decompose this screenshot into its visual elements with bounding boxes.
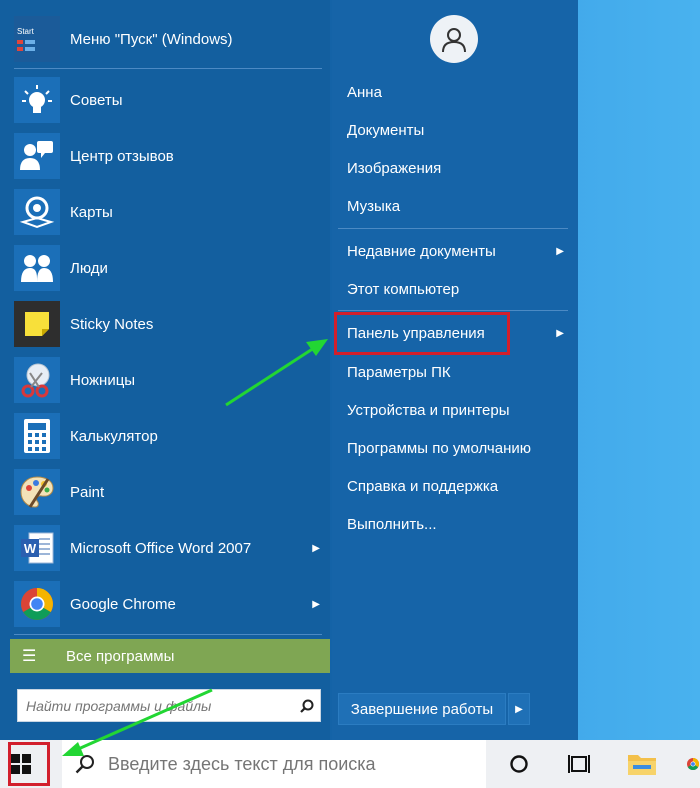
chevron-right-icon: ▶ xyxy=(515,703,523,715)
user-icon xyxy=(442,28,466,52)
start-button[interactable] xyxy=(0,740,62,788)
feedback-hub-icon xyxy=(14,133,60,179)
app-label: Советы xyxy=(70,91,123,109)
paint-palette-icon xyxy=(14,469,60,515)
list-icon: ☰ xyxy=(22,648,37,665)
submenu-arrow-icon: ▶ xyxy=(312,598,320,610)
places-item-label: Этот компьютер xyxy=(347,280,460,298)
app-label: Центр отзывов xyxy=(70,147,174,165)
app-item-maps[interactable]: Карты xyxy=(10,184,330,240)
app-label: Paint xyxy=(70,483,105,501)
places-item-documents[interactable]: Документы xyxy=(338,113,570,147)
folder-icon xyxy=(628,755,656,775)
taskbar-search-input[interactable] xyxy=(108,753,486,775)
people-icon xyxy=(14,245,60,291)
app-item-start-menu[interactable]: Start Меню "Пуск" (Windows) xyxy=(10,11,330,67)
places-item-label: Документы xyxy=(347,121,425,139)
app-label: Меню "Пуск" (Windows) xyxy=(70,30,233,48)
places-item-this-pc[interactable]: Этот компьютер xyxy=(338,272,570,306)
places-item-music[interactable]: Музыка xyxy=(338,189,570,223)
start-search-box[interactable] xyxy=(17,689,321,722)
chrome-icon xyxy=(687,758,700,771)
cortana-button[interactable] xyxy=(495,740,543,788)
app-item-feedback-hub[interactable]: Центр отзывов xyxy=(10,128,330,184)
app-item-paint[interactable]: Paint xyxy=(10,464,330,520)
search-icon[interactable] xyxy=(294,699,320,713)
maps-icon xyxy=(14,189,60,235)
word-icon: W xyxy=(14,525,60,571)
submenu-arrow-icon: ▶ xyxy=(556,245,564,257)
places-item-label: Параметры ПК xyxy=(347,363,451,381)
places-item-label: Недавние документы xyxy=(347,242,496,260)
places-item-label: Изображения xyxy=(347,159,442,177)
cortana-circle-icon xyxy=(510,755,528,773)
all-programs-label: Все программы xyxy=(66,647,175,665)
shutdown-label: Завершение работы xyxy=(350,700,494,718)
places-item-label: Справка и поддержка xyxy=(347,477,499,495)
user-avatar[interactable] xyxy=(430,15,478,63)
chrome-icon xyxy=(14,581,60,627)
taskbar-search-box[interactable] xyxy=(62,740,486,788)
all-programs-button[interactable]: ☰ Все программы xyxy=(10,639,330,673)
app-item-tips[interactable]: Советы xyxy=(10,72,330,128)
places-item-label: Выполнить... xyxy=(347,515,437,533)
svg-text:W: W xyxy=(24,541,37,556)
chrome-taskbar-button[interactable] xyxy=(680,740,700,788)
start-search-input[interactable] xyxy=(18,690,294,721)
app-item-calculator[interactable]: Калькулятор xyxy=(10,408,330,464)
places-item-label: Устройства и принтеры xyxy=(347,401,510,419)
task-view-icon xyxy=(568,755,590,773)
lightbulb-icon xyxy=(14,77,60,123)
places-item-pc-settings[interactable]: Параметры ПК xyxy=(338,355,570,389)
app-label: Люди xyxy=(70,259,108,277)
places-item-control-panel[interactable]: Панель управления ▶ xyxy=(338,316,570,350)
app-item-people[interactable]: Люди xyxy=(10,240,330,296)
shutdown-options-button[interactable]: ▶ xyxy=(508,693,530,725)
places-item-default-programs[interactable]: Программы по умолчанию xyxy=(338,431,570,465)
app-label: Ножницы xyxy=(70,371,136,389)
shutdown-button[interactable]: Завершение работы xyxy=(338,693,506,725)
windows-logo-icon xyxy=(11,754,31,774)
places-item-label: Музыка xyxy=(347,197,401,215)
places-item-recent-documents[interactable]: Недавние документы ▶ xyxy=(338,234,570,268)
app-label: Microsoft Office Word 2007 xyxy=(70,539,252,557)
places-item-help-support[interactable]: Справка и поддержка xyxy=(338,469,570,503)
app-item-sticky-notes[interactable]: Sticky Notes xyxy=(10,296,330,352)
places-item-label: Панель управления xyxy=(347,324,485,342)
divider xyxy=(338,228,568,229)
app-label: Google Chrome xyxy=(70,595,176,613)
snipping-tool-icon xyxy=(14,357,60,403)
submenu-arrow-icon: ▶ xyxy=(556,327,564,339)
places-item-devices-printers[interactable]: Устройства и принтеры xyxy=(338,393,570,427)
app-item-snipping-tool[interactable]: Ножницы xyxy=(10,352,330,408)
submenu-arrow-icon: ▶ xyxy=(312,542,320,554)
places-item-user[interactable]: Анна xyxy=(338,75,570,109)
places-item-label: Программы по умолчанию xyxy=(347,439,531,457)
file-explorer-button[interactable] xyxy=(618,740,666,788)
places-item-pictures[interactable]: Изображения xyxy=(338,151,570,185)
app-label: Карты xyxy=(70,203,113,221)
divider xyxy=(14,68,322,69)
divider xyxy=(338,310,568,311)
app-item-word[interactable]: W Microsoft Office Word 2007 ▶ xyxy=(10,520,330,576)
app-label: Калькулятор xyxy=(70,427,158,445)
places-item-label: Анна xyxy=(347,83,382,101)
divider xyxy=(14,634,322,635)
app-label: Sticky Notes xyxy=(70,315,154,333)
calculator-icon xyxy=(14,413,60,459)
task-view-button[interactable] xyxy=(555,740,603,788)
search-icon xyxy=(62,754,108,774)
places-item-run[interactable]: Выполнить... xyxy=(338,507,570,541)
start-menu-tile-icon: Start xyxy=(14,16,60,62)
sticky-notes-icon xyxy=(14,301,60,347)
app-item-chrome[interactable]: Google Chrome ▶ xyxy=(10,576,330,632)
